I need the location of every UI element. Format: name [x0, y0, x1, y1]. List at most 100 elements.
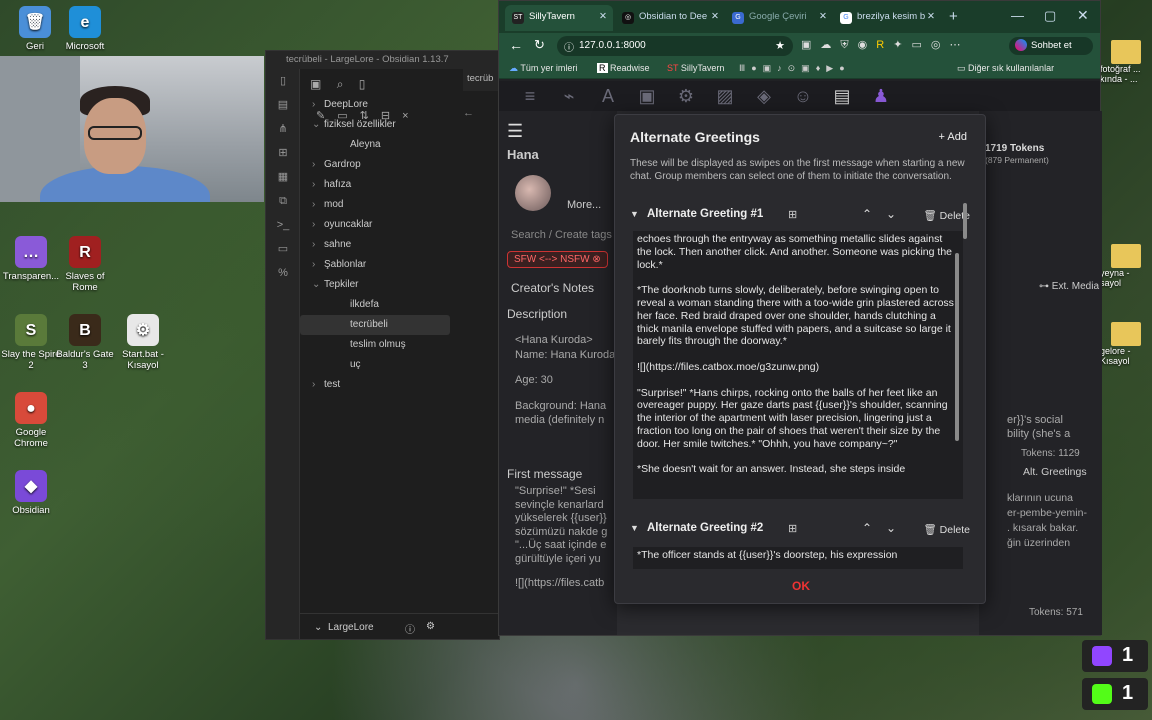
extension-icon[interactable]: ◉ — [858, 39, 877, 51]
sliders-icon[interactable]: ≡ — [515, 86, 545, 107]
tree-item[interactable]: › oyuncaklar — [300, 215, 450, 235]
menu-dots-icon[interactable]: ⋯ — [949, 39, 969, 51]
book-icon[interactable]: ▣ — [632, 86, 662, 107]
copy-icon[interactable]: ⧉ — [266, 189, 300, 213]
ok-button[interactable]: OK — [790, 579, 812, 597]
smile-icon[interactable]: ☺ — [788, 86, 818, 107]
tree-item[interactable]: › sahne — [300, 235, 450, 255]
desktop-icon[interactable]: B Baldur's Gate 3 — [54, 314, 116, 371]
desktop-icon[interactable]: ⚙ Start.bat - Kısayol — [112, 314, 174, 371]
hamburger-icon[interactable]: ☰ — [507, 121, 523, 142]
window-close-icon[interactable]: ✕ — [1077, 7, 1089, 24]
tree-item[interactable]: › Şablonlar — [300, 255, 450, 275]
desktop-icon-gelore[interactable]: gelore - Kısayol — [1100, 322, 1152, 378]
extension-icon[interactable]: ⛨ — [840, 39, 857, 51]
bookmark-readwise[interactable]: R Readwise — [597, 63, 650, 73]
add-greeting-button[interactable]: + Add — [939, 131, 967, 143]
alt-greetings-button[interactable]: Alt. Greetings — [1023, 466, 1087, 478]
bookmark-icon[interactable]: ▯ — [359, 77, 366, 91]
extension-icon[interactable]: ✦ — [893, 39, 911, 51]
tab-close-icon[interactable]: ✕ — [927, 11, 935, 22]
files-icon[interactable]: ▤ — [266, 93, 300, 117]
tree-item[interactable]: ⌄ Tepkiler — [300, 275, 450, 295]
tag-search-input[interactable]: Search / Create tags — [511, 229, 612, 241]
character-icon[interactable]: ♟ — [866, 86, 896, 107]
desktop-icon[interactable]: S Slay the Spire 2 — [0, 314, 62, 371]
desktop-icon-photo[interactable]: fotoğraf ... kında - ... — [1100, 40, 1152, 96]
tree-item[interactable]: › test — [300, 375, 450, 395]
tree-item[interactable]: Aleyna — [300, 135, 450, 155]
expand-editor-icon[interactable]: ⊞ — [788, 522, 797, 535]
desktop-icon[interactable]: e Microsoft — [54, 6, 116, 52]
tree-item[interactable]: ilkdefa — [300, 295, 450, 315]
bookmark-other[interactable]: ▭ Diğer sık kullanılanlar — [957, 63, 1054, 74]
tree-item[interactable]: ⌄ fiziksel özellikler — [300, 115, 450, 135]
percent-icon[interactable]: % — [266, 261, 300, 285]
new-tab-icon[interactable]: + — [949, 8, 958, 25]
image-icon[interactable]: ▨ — [710, 86, 740, 107]
greeting-header[interactable]: ▼ Alternate Greeting #1 ⊞ ⌃ ⌄ 🗑 Delete — [630, 207, 970, 227]
delete-greeting-button[interactable]: 🗑 Delete — [923, 523, 970, 536]
calendar-icon[interactable]: ▦ — [266, 165, 300, 189]
vault-switcher[interactable]: ⌄ LargeLore ⓘ ⚙ — [300, 613, 499, 639]
tree-item[interactable]: teslim olmuş — [300, 335, 450, 355]
tab-close-icon[interactable]: ✕ — [599, 11, 607, 22]
tree-item[interactable]: › Gardrop — [300, 155, 450, 175]
collapse-triangle-icon[interactable]: ▼ — [630, 523, 639, 533]
more-button[interactable]: More... — [567, 199, 601, 211]
expand-editor-icon[interactable]: ⊞ — [788, 208, 797, 221]
settings-icon[interactable]: ⚙ — [426, 621, 435, 632]
avatar[interactable] — [515, 175, 551, 211]
move-up-icon[interactable]: ⌃ — [862, 207, 872, 221]
template-icon[interactable]: ▭ — [266, 237, 300, 261]
desktop-icon[interactable]: ◆ Obsidian — [0, 470, 62, 516]
greeting-header[interactable]: ▼ Alternate Greeting #2 ⊞ ⌃ ⌄ 🗑 Delete — [630, 521, 970, 541]
tab-close-icon[interactable]: ✕ — [819, 11, 827, 22]
textarea-scrollbar[interactable] — [955, 253, 959, 441]
folder-icon[interactable]: ▣ — [310, 77, 321, 91]
tree-item[interactable]: uç — [300, 355, 450, 375]
cubes-icon[interactable]: ◈ — [749, 86, 779, 107]
bookmark-all[interactable]: ☁ Tüm yer imleri — [509, 63, 577, 74]
sidebar-icon[interactable]: ◎ — [931, 39, 950, 51]
greeting-textarea[interactable]: echoes through the entryway as something… — [633, 231, 963, 499]
url-bar[interactable]: ⓘ 127.0.0.1:8000 ★ — [557, 36, 793, 56]
tab-sillytavern[interactable]: ST SillyTavern ✕ — [505, 5, 613, 31]
plug-icon[interactable]: ⌁ — [554, 86, 584, 107]
creators-notes-label[interactable]: Creator's Notes — [511, 281, 594, 295]
search-icon[interactable]: ⌕ — [337, 77, 344, 91]
move-down-icon[interactable]: ⌄ — [886, 521, 896, 535]
desktop-icon[interactable]: … Transparen... — [0, 236, 62, 282]
move-up-icon[interactable]: ⌃ — [862, 521, 872, 535]
collapse-triangle-icon[interactable]: ▼ — [630, 209, 639, 219]
extension-icon[interactable]: ▣ — [801, 39, 820, 51]
graph-icon[interactable]: ⋔ — [266, 117, 300, 141]
tab-obsidian[interactable]: ◎ Obsidian to Dee ✕ — [615, 5, 725, 31]
extension-icon[interactable]: R — [876, 39, 893, 51]
minimize-icon[interactable]: — — [1011, 8, 1024, 23]
back-icon[interactable]: ← — [509, 37, 523, 53]
terminal-icon[interactable]: >_ — [266, 213, 300, 237]
move-down-icon[interactable]: ⌄ — [886, 207, 896, 221]
modal-scrollbar[interactable] — [963, 203, 967, 239]
reload-icon[interactable]: ↻ — [534, 37, 545, 53]
back-arrow-icon[interactable]: ← — [463, 107, 474, 119]
extensions-puzzle-icon[interactable]: ▭ — [911, 39, 930, 51]
user-cog-icon[interactable]: ⚙ — [671, 86, 701, 107]
tree-item[interactable]: › hafıza — [300, 175, 450, 195]
tree-item[interactable]: › DeepLore — [300, 95, 450, 115]
tag-remove-icon[interactable]: ⊗ — [592, 254, 600, 265]
greeting-textarea[interactable]: *The officer stands at {{user}}'s doorst… — [633, 547, 963, 569]
sidebar-toggle-icon[interactable]: ▯ — [266, 69, 300, 93]
tab-close-icon[interactable]: ✕ — [711, 11, 719, 22]
tab-google-search[interactable]: G brezilya kesim b ✕ — [833, 5, 941, 31]
first-message-text[interactable]: "Surprise!" *Sesi sevinçle kenarlard yükse… — [515, 485, 607, 591]
ext-media-button[interactable]: ⊶ Ext. Media — [1039, 281, 1099, 292]
tag-chip[interactable]: SFW <--> NSFW ⊗ — [507, 251, 608, 268]
desktop-icon[interactable]: R Slaves of Rome — [54, 236, 116, 293]
kick-widget[interactable]: 1 — [1082, 678, 1148, 710]
maximize-icon[interactable]: ▢ — [1044, 8, 1056, 24]
bookmark-sillytavern[interactable]: ST SillyTavern — [667, 63, 724, 73]
description-text[interactable]: <Hana Kuroda> Name: Hana Kuroda Age: 30 Bac… — [515, 333, 615, 428]
font-icon[interactable]: A — [593, 86, 623, 107]
